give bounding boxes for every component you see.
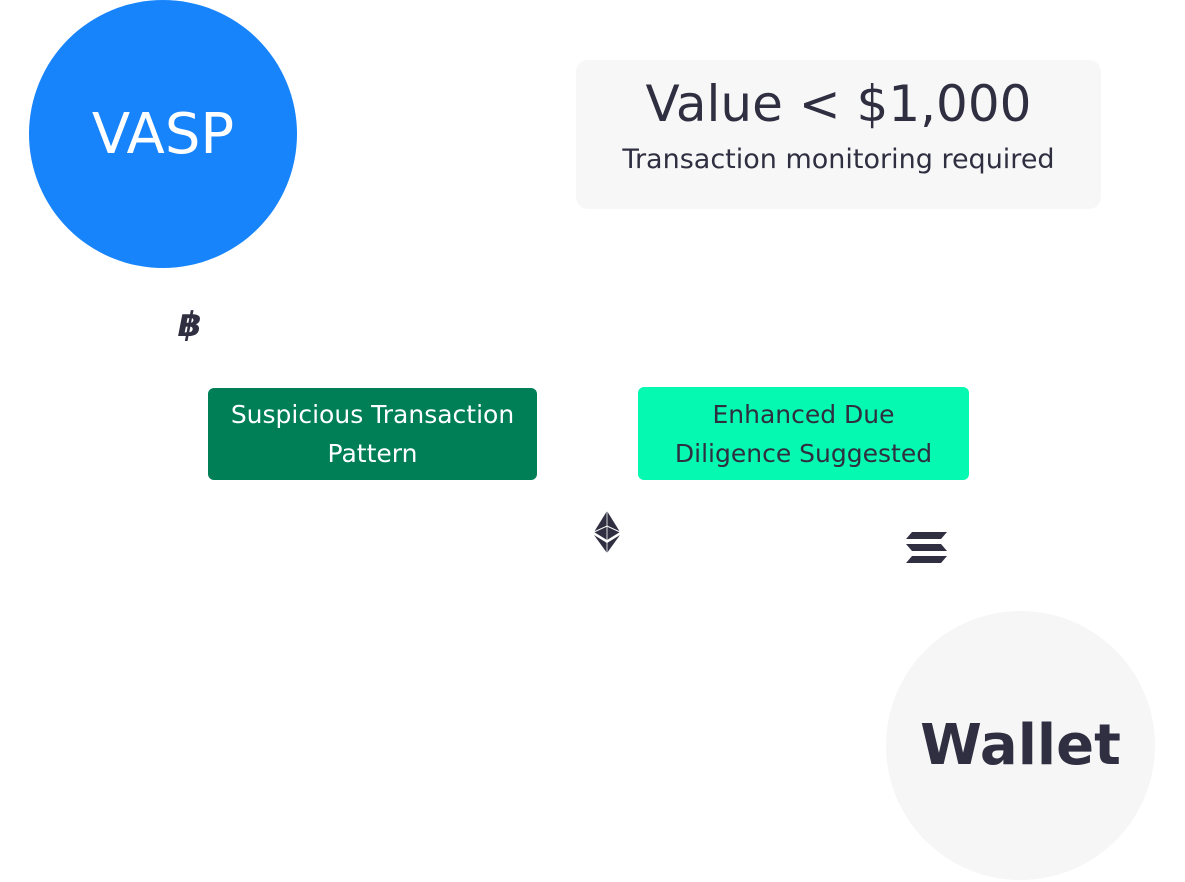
vasp-label: VASP [91,101,235,167]
suspicious-transaction-label: Suspicious Transaction Pattern [230,400,515,468]
wallet-node: Wallet [886,611,1155,880]
wallet-label: Wallet [920,713,1121,778]
solana-icon [906,532,947,563]
vasp-node: VASP [29,0,297,268]
bitcoin-icon: ฿ [178,305,202,345]
ethereum-icon [593,511,621,553]
value-threshold-box: Value < $1,000 Transaction monitoring re… [576,60,1101,209]
value-threshold-subtitle: Transaction monitoring required [622,144,1055,175]
suspicious-transaction-tag: Suspicious Transaction Pattern [208,388,537,480]
value-threshold-title: Value < $1,000 [645,75,1032,133]
enhanced-due-diligence-label: Enhanced Due Diligence Suggested [674,399,933,468]
enhanced-due-diligence-tag: Enhanced Due Diligence Suggested [638,387,969,480]
